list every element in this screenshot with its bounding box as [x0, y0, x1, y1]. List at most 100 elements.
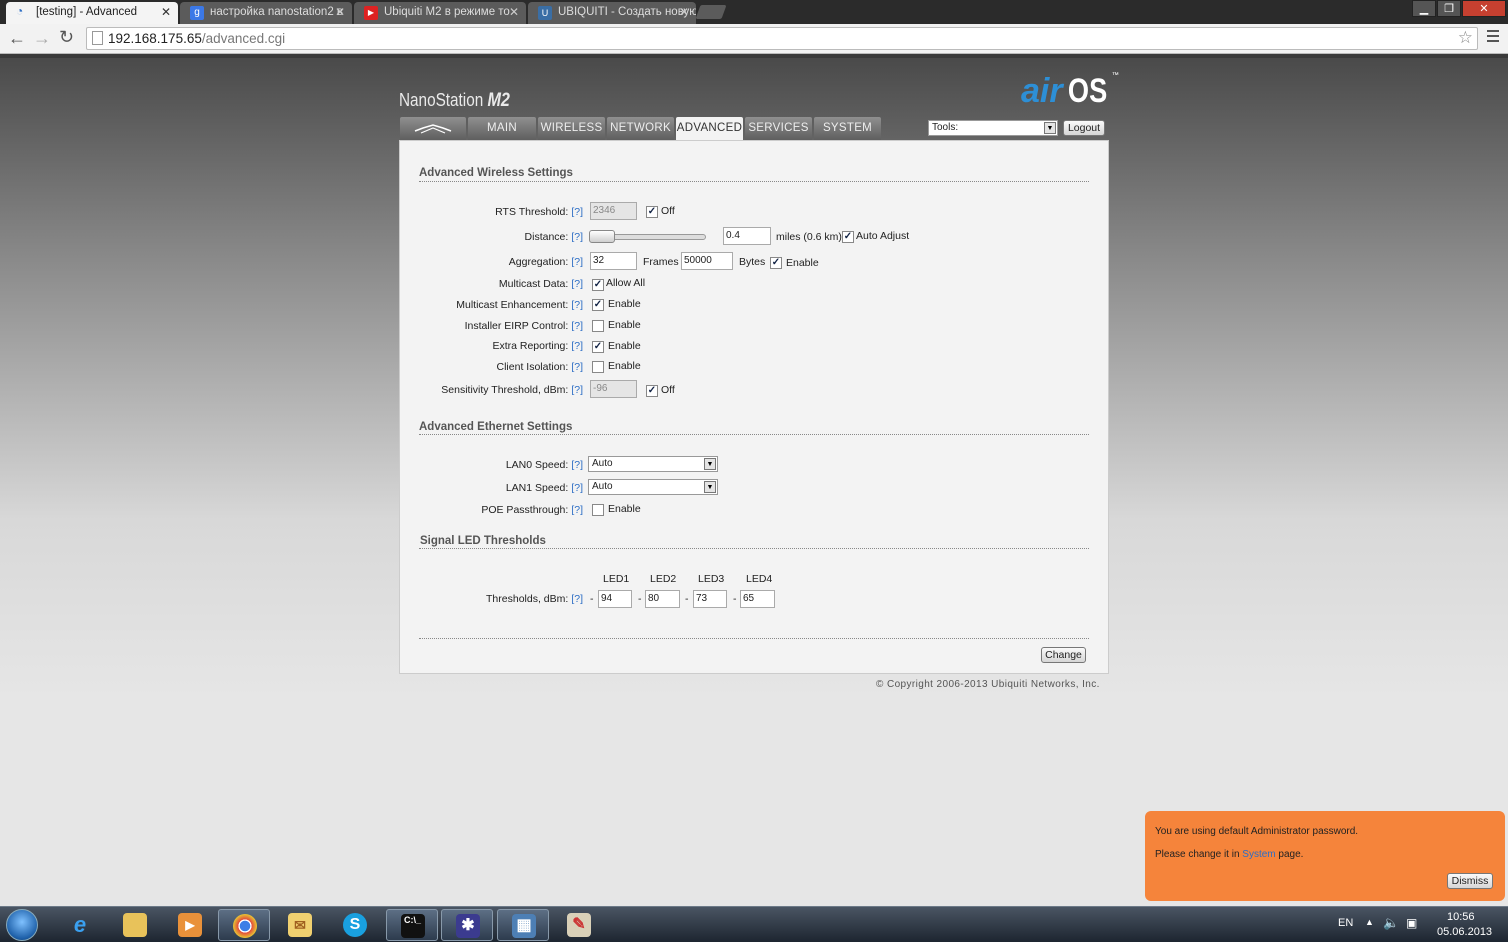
brand-text: NanoStation: [399, 90, 484, 110]
language-indicator[interactable]: EN: [1338, 917, 1353, 929]
logout-button[interactable]: Logout: [1063, 120, 1105, 136]
taskbar-explorer[interactable]: [109, 909, 161, 941]
taskbar-cmd[interactable]: C:\_: [386, 909, 438, 941]
help-link[interactable]: [?]: [571, 361, 583, 373]
multicast-data-checkbox[interactable]: ✓: [592, 279, 604, 291]
network-icon[interactable]: ▣: [1406, 916, 1417, 930]
led1-input[interactable]: 94: [598, 590, 632, 608]
multicast-data-option: Allow All: [606, 277, 646, 289]
taskbar-mail[interactable]: ✉: [274, 909, 326, 941]
star-icon[interactable]: ☆: [1458, 28, 1473, 48]
minus-sign: -: [590, 593, 594, 605]
minimize-button[interactable]: ▁: [1412, 0, 1436, 17]
sensitivity-input[interactable]: -96: [590, 380, 637, 398]
volume-icon[interactable]: 🔈: [1383, 915, 1399, 931]
close-window-button[interactable]: ✕: [1462, 0, 1506, 17]
tab-ubiquiti-logo[interactable]: [400, 117, 466, 140]
tab-services[interactable]: SERVICES: [745, 117, 812, 140]
distance-slider-handle[interactable]: [589, 230, 615, 243]
taskbar-internet-explorer[interactable]: e: [54, 909, 106, 941]
change-button[interactable]: Change: [1041, 647, 1086, 663]
terminal-icon: C:\_: [401, 914, 425, 938]
taskbar-chrome[interactable]: [218, 909, 270, 941]
help-link[interactable]: [?]: [571, 504, 583, 516]
sensitivity-off-checkbox[interactable]: ✓: [646, 385, 658, 397]
browser-tab-2[interactable]: g настройка nanostation2 в ✕: [180, 2, 352, 24]
help-link[interactable]: [?]: [571, 231, 583, 243]
tab-main[interactable]: MAIN: [468, 117, 536, 140]
help-link[interactable]: [?]: [571, 320, 583, 332]
auto-adjust-checkbox[interactable]: ✓: [842, 231, 854, 243]
tab-wireless[interactable]: WIRELESS: [538, 117, 605, 140]
eirp-checkbox[interactable]: [592, 320, 604, 332]
logo-air: air: [1021, 72, 1063, 110]
chevron-up-icon[interactable]: ▲: [1365, 917, 1374, 927]
tab-network[interactable]: NETWORK: [607, 117, 674, 140]
system-link[interactable]: System: [1242, 849, 1275, 860]
led2-input[interactable]: 80: [645, 590, 680, 608]
help-link[interactable]: [?]: [571, 256, 583, 268]
logo-os: OS: [1067, 72, 1107, 110]
taskbar: e ▶ ✉ S C:\_ ✱ ▦ ✎: [0, 906, 1508, 942]
aggregation-frames-input[interactable]: 32: [590, 252, 637, 270]
taskbar-remote-desktop[interactable]: ▦: [497, 909, 549, 941]
help-link[interactable]: [?]: [571, 278, 583, 290]
close-icon[interactable]: ✕: [679, 5, 689, 19]
back-arrow-icon[interactable]: ←: [8, 28, 26, 49]
taskbar-media-player[interactable]: ▶: [164, 909, 216, 941]
help-link[interactable]: [?]: [571, 593, 583, 605]
taskbar-paint[interactable]: ✎: [553, 909, 605, 941]
windows-start-icon[interactable]: [6, 909, 38, 941]
browser-tab-1[interactable]: ◔ [testing] - Advanced ✕: [6, 2, 178, 24]
tab-advanced[interactable]: ADVANCED: [676, 117, 743, 140]
close-icon[interactable]: ✕: [161, 5, 171, 19]
rts-off-checkbox[interactable]: ✓: [646, 206, 658, 218]
minus-sign: -: [733, 593, 737, 605]
poe-label-text: POE Passthrough:: [481, 504, 569, 516]
multicast-enhancement-option: Enable: [608, 298, 641, 310]
browser-tab-3[interactable]: ▶ Ubiquiti M2 в режиме то ✕: [354, 2, 526, 24]
section-title-wireless: Advanced Wireless Settings: [419, 167, 573, 179]
led3-input[interactable]: 73: [693, 590, 727, 608]
forward-arrow-icon[interactable]: →: [33, 28, 51, 49]
extra-reporting-checkbox[interactable]: ✓: [592, 341, 604, 353]
menu-icon[interactable]: [1487, 30, 1499, 45]
help-link[interactable]: [?]: [571, 340, 583, 352]
help-link[interactable]: [?]: [571, 206, 583, 218]
tools-dropdown[interactable]: Tools: ▼: [928, 120, 1058, 136]
tab-system[interactable]: SYSTEM: [814, 117, 881, 140]
browser-tab-4[interactable]: U UBIQUITI - Создать новую ✕: [528, 2, 696, 24]
clock-time[interactable]: 10:56: [1447, 911, 1475, 923]
media-player-icon: ▶: [178, 913, 202, 937]
led4-input[interactable]: 65: [740, 590, 775, 608]
help-link[interactable]: [?]: [571, 384, 583, 396]
help-link[interactable]: [?]: [571, 482, 583, 494]
help-link[interactable]: [?]: [571, 299, 583, 311]
clock-date[interactable]: 05.06.2013: [1437, 926, 1492, 938]
maximize-button[interactable]: ❐: [1437, 0, 1461, 17]
aggregation-bytes-input[interactable]: 50000: [681, 252, 733, 270]
lan0-speed-select[interactable]: Auto ▼: [588, 456, 718, 472]
close-icon[interactable]: ✕: [335, 5, 345, 19]
taskbar-skype[interactable]: S: [329, 909, 381, 941]
auto-adjust-label: Auto Adjust: [856, 230, 910, 242]
help-link[interactable]: [?]: [571, 459, 583, 471]
logo-tm: ™: [1111, 72, 1119, 79]
new-tab-button[interactable]: [695, 5, 727, 19]
warning-text-end: page.: [1278, 849, 1304, 860]
rts-threshold-input[interactable]: 2346: [590, 202, 637, 220]
close-icon[interactable]: ✕: [509, 5, 519, 19]
reload-icon[interactable]: ↻: [59, 27, 74, 48]
poe-passthrough-checkbox[interactable]: [592, 504, 604, 516]
multicast-enhancement-checkbox[interactable]: ✓: [592, 299, 604, 311]
address-bar[interactable]: 192.168.175.65/advanced.cgi ☆: [86, 27, 1478, 50]
lan1-speed-select[interactable]: Auto ▼: [588, 479, 718, 495]
section-title-ethernet: Advanced Ethernet Settings: [419, 421, 573, 433]
dismiss-button[interactable]: Dismiss: [1447, 873, 1493, 889]
client-isolation-checkbox[interactable]: [592, 361, 604, 373]
aggregation-enable-checkbox[interactable]: ✓: [770, 257, 782, 269]
eirp-label: Installer EIRP Control: [?]: [465, 320, 583, 332]
extra-reporting-label: Extra Reporting: [?]: [492, 340, 583, 352]
taskbar-winbox[interactable]: ✱: [441, 909, 493, 941]
distance-input[interactable]: 0.4: [723, 227, 771, 245]
